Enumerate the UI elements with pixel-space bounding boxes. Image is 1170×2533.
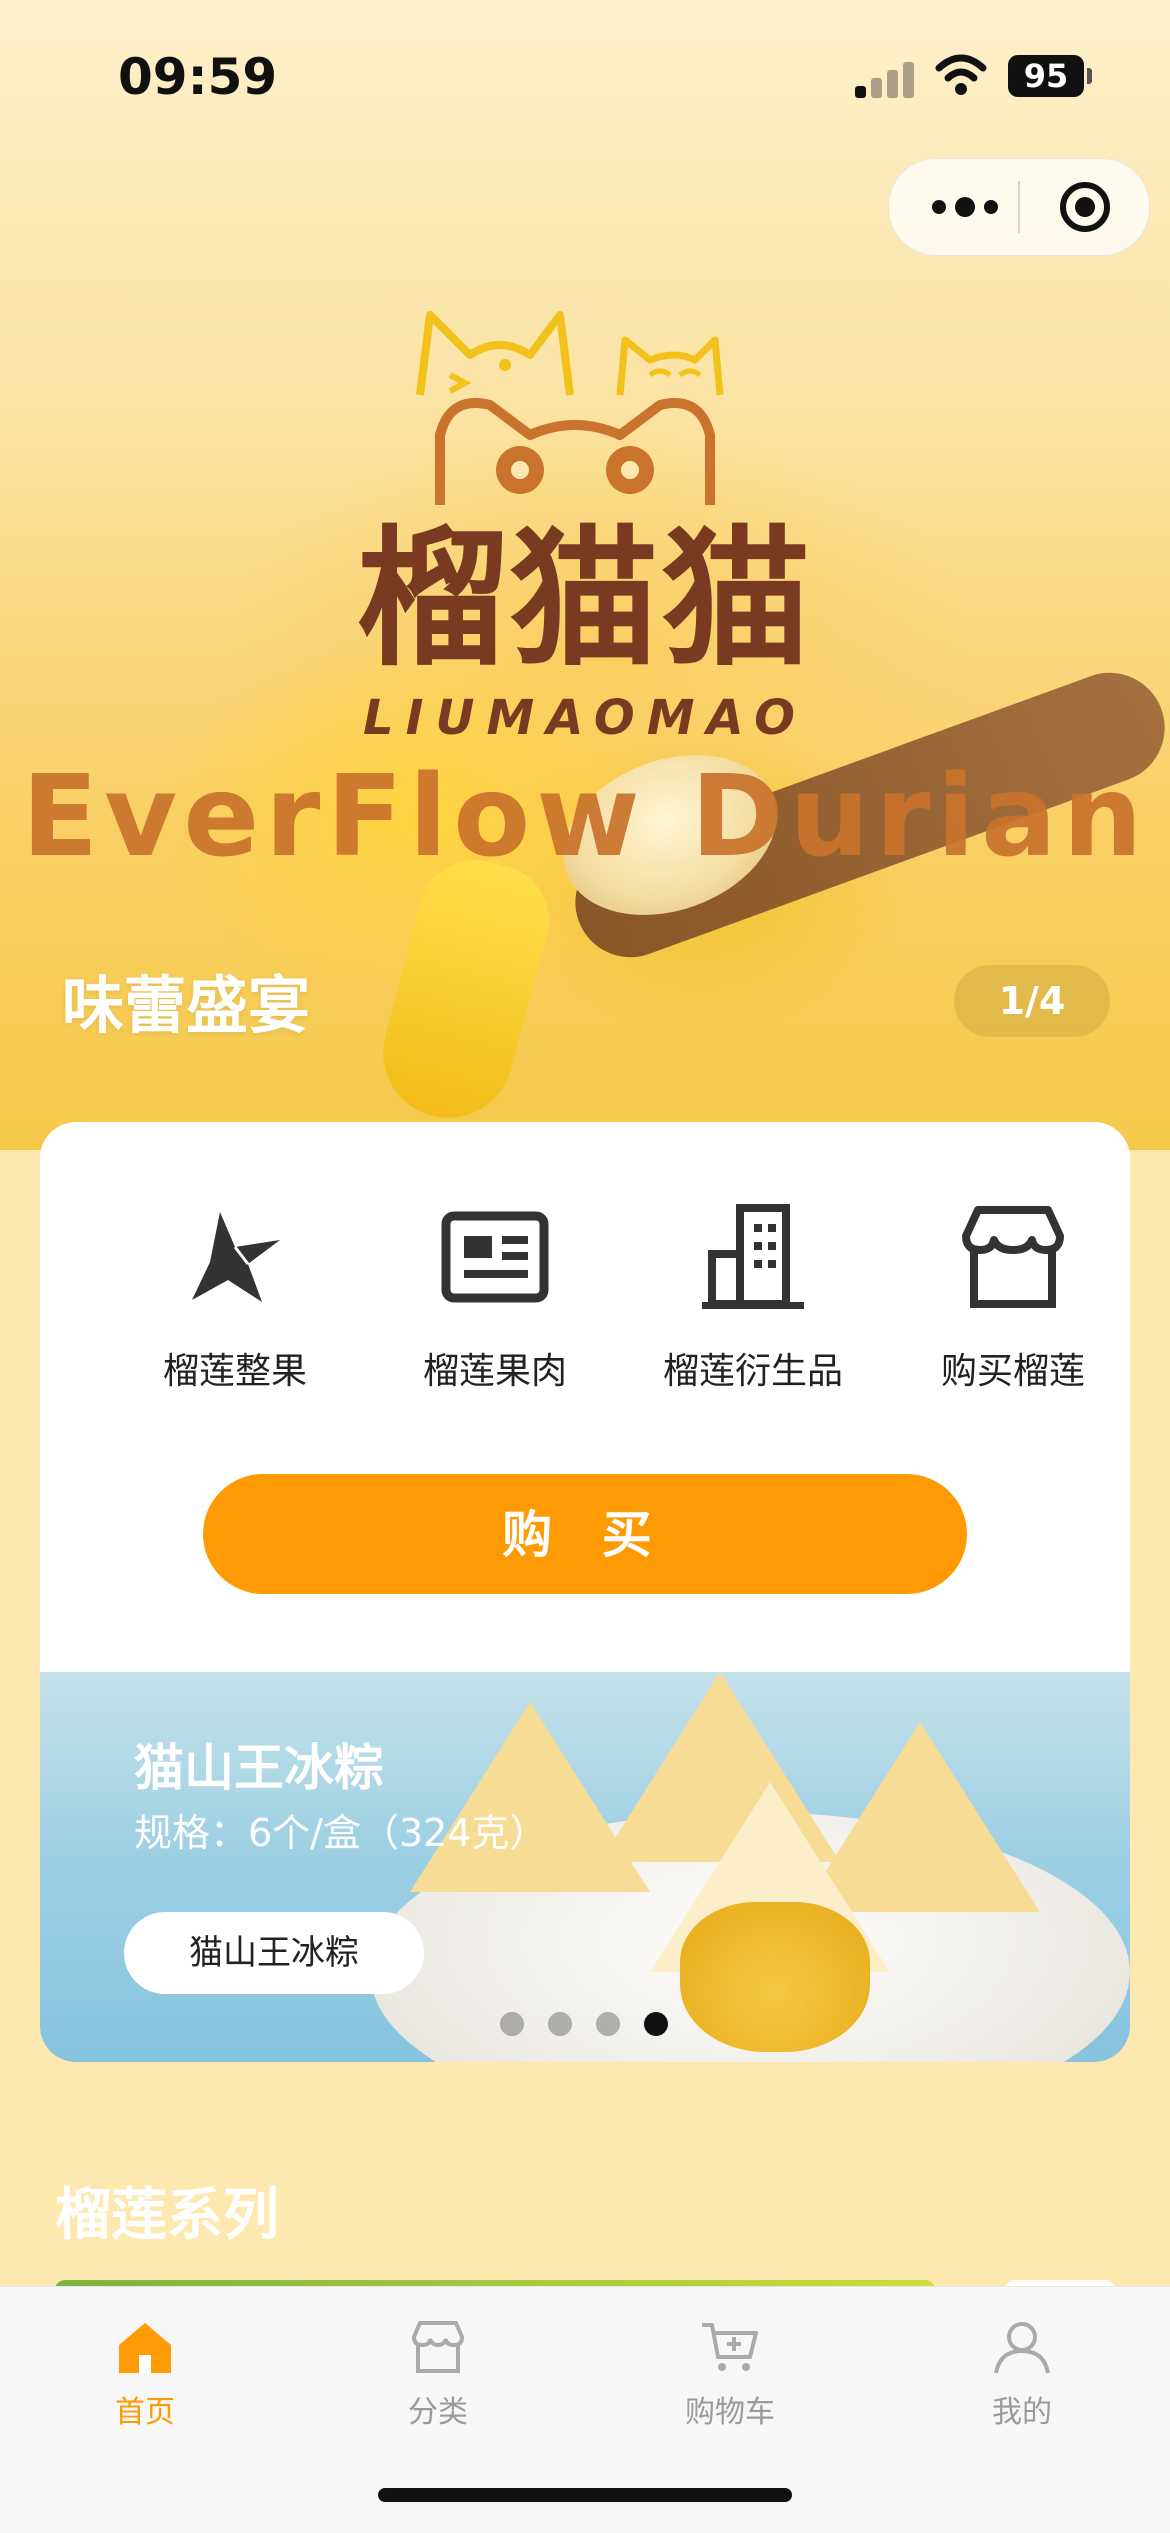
banner-tag-button[interactable]: 猫山王冰粽	[124, 1912, 424, 1994]
tab-category[interactable]: 分类	[338, 2317, 538, 2431]
carousel-dot[interactable]	[596, 2012, 620, 2036]
category-label: 榴莲果肉	[422, 1351, 567, 1392]
tab-label: 购物车	[685, 2395, 775, 2430]
category-durian-derivatives[interactable]: 榴莲衍生品	[623, 1202, 883, 1394]
tab-label: 首页	[115, 2395, 175, 2430]
category-whole-durian[interactable]: 榴莲整果	[105, 1202, 365, 1394]
banner-title: 猫山王冰粽	[134, 1739, 384, 1797]
tab-label: 我的	[992, 2395, 1052, 2430]
battery-tip	[1087, 68, 1092, 84]
shop-icon	[411, 2321, 465, 2373]
category-durian-flesh[interactable]: 榴莲果肉	[365, 1202, 625, 1394]
banner-spec: 规格：6个/盒（324克）	[134, 1811, 548, 1855]
home-icon	[119, 2323, 171, 2373]
series-title: 榴莲系列	[55, 2183, 279, 2248]
building-icon	[702, 1204, 804, 1309]
capsule-divider	[1018, 181, 1020, 233]
carousel-dot[interactable]	[548, 2012, 572, 2036]
battery-indicator: 95	[1008, 55, 1084, 97]
carousel-dot[interactable]	[500, 2012, 524, 2036]
category-label: 榴莲衍生品	[662, 1351, 843, 1392]
category-label: 购买榴莲	[940, 1351, 1085, 1392]
brand-name-cn: 榴猫猫	[356, 513, 813, 687]
category-label: 榴莲整果	[162, 1351, 307, 1392]
card-icon	[441, 1211, 549, 1303]
cart-icon	[702, 2323, 758, 2371]
home-indicator	[378, 2488, 792, 2502]
section-title: 味蕾盛宴	[62, 969, 311, 1042]
store-icon	[962, 1206, 1064, 1308]
miniprogram-capsule	[888, 158, 1150, 256]
tab-home[interactable]: 首页	[45, 2317, 245, 2431]
carousel-dots	[500, 2012, 700, 2042]
tab-label: 分类	[408, 2395, 468, 2430]
zongzi-filling-image	[680, 1902, 870, 2052]
status-time: 09:59	[118, 48, 278, 106]
carousel-dot-active[interactable]	[644, 2012, 668, 2036]
buy-button[interactable]: 购 买	[203, 1474, 967, 1594]
durian-icon	[192, 1212, 280, 1302]
brand-name-pinyin: LIUMAOMAO	[363, 690, 807, 746]
user-icon	[994, 2322, 1050, 2374]
page-indicator-badge: 1/4	[954, 965, 1110, 1037]
close-target-icon[interactable]	[1059, 181, 1111, 233]
tab-cart[interactable]: 购物车	[630, 2317, 830, 2431]
category-buy-durian[interactable]: 购买榴莲	[883, 1202, 1130, 1394]
more-icon[interactable]	[925, 187, 1005, 227]
brand-name-en: EverFlow Durian	[21, 752, 1149, 882]
wifi-icon	[935, 54, 987, 95]
product-banner[interactable]: 猫山王冰粽 规格：6个/盒（324克） 猫山王冰粽	[40, 1672, 1130, 2062]
signal-icon	[855, 58, 915, 98]
durian-drip-decoration	[368, 847, 562, 1133]
tab-profile[interactable]: 我的	[922, 2317, 1122, 2431]
cat-logo-icon	[416, 311, 724, 505]
category-card: 榴莲整果 榴莲果肉 榴莲衍生品 购买榴莲 购 买 猫山王冰粽 规格：6个/盒（3…	[40, 1122, 1130, 2062]
